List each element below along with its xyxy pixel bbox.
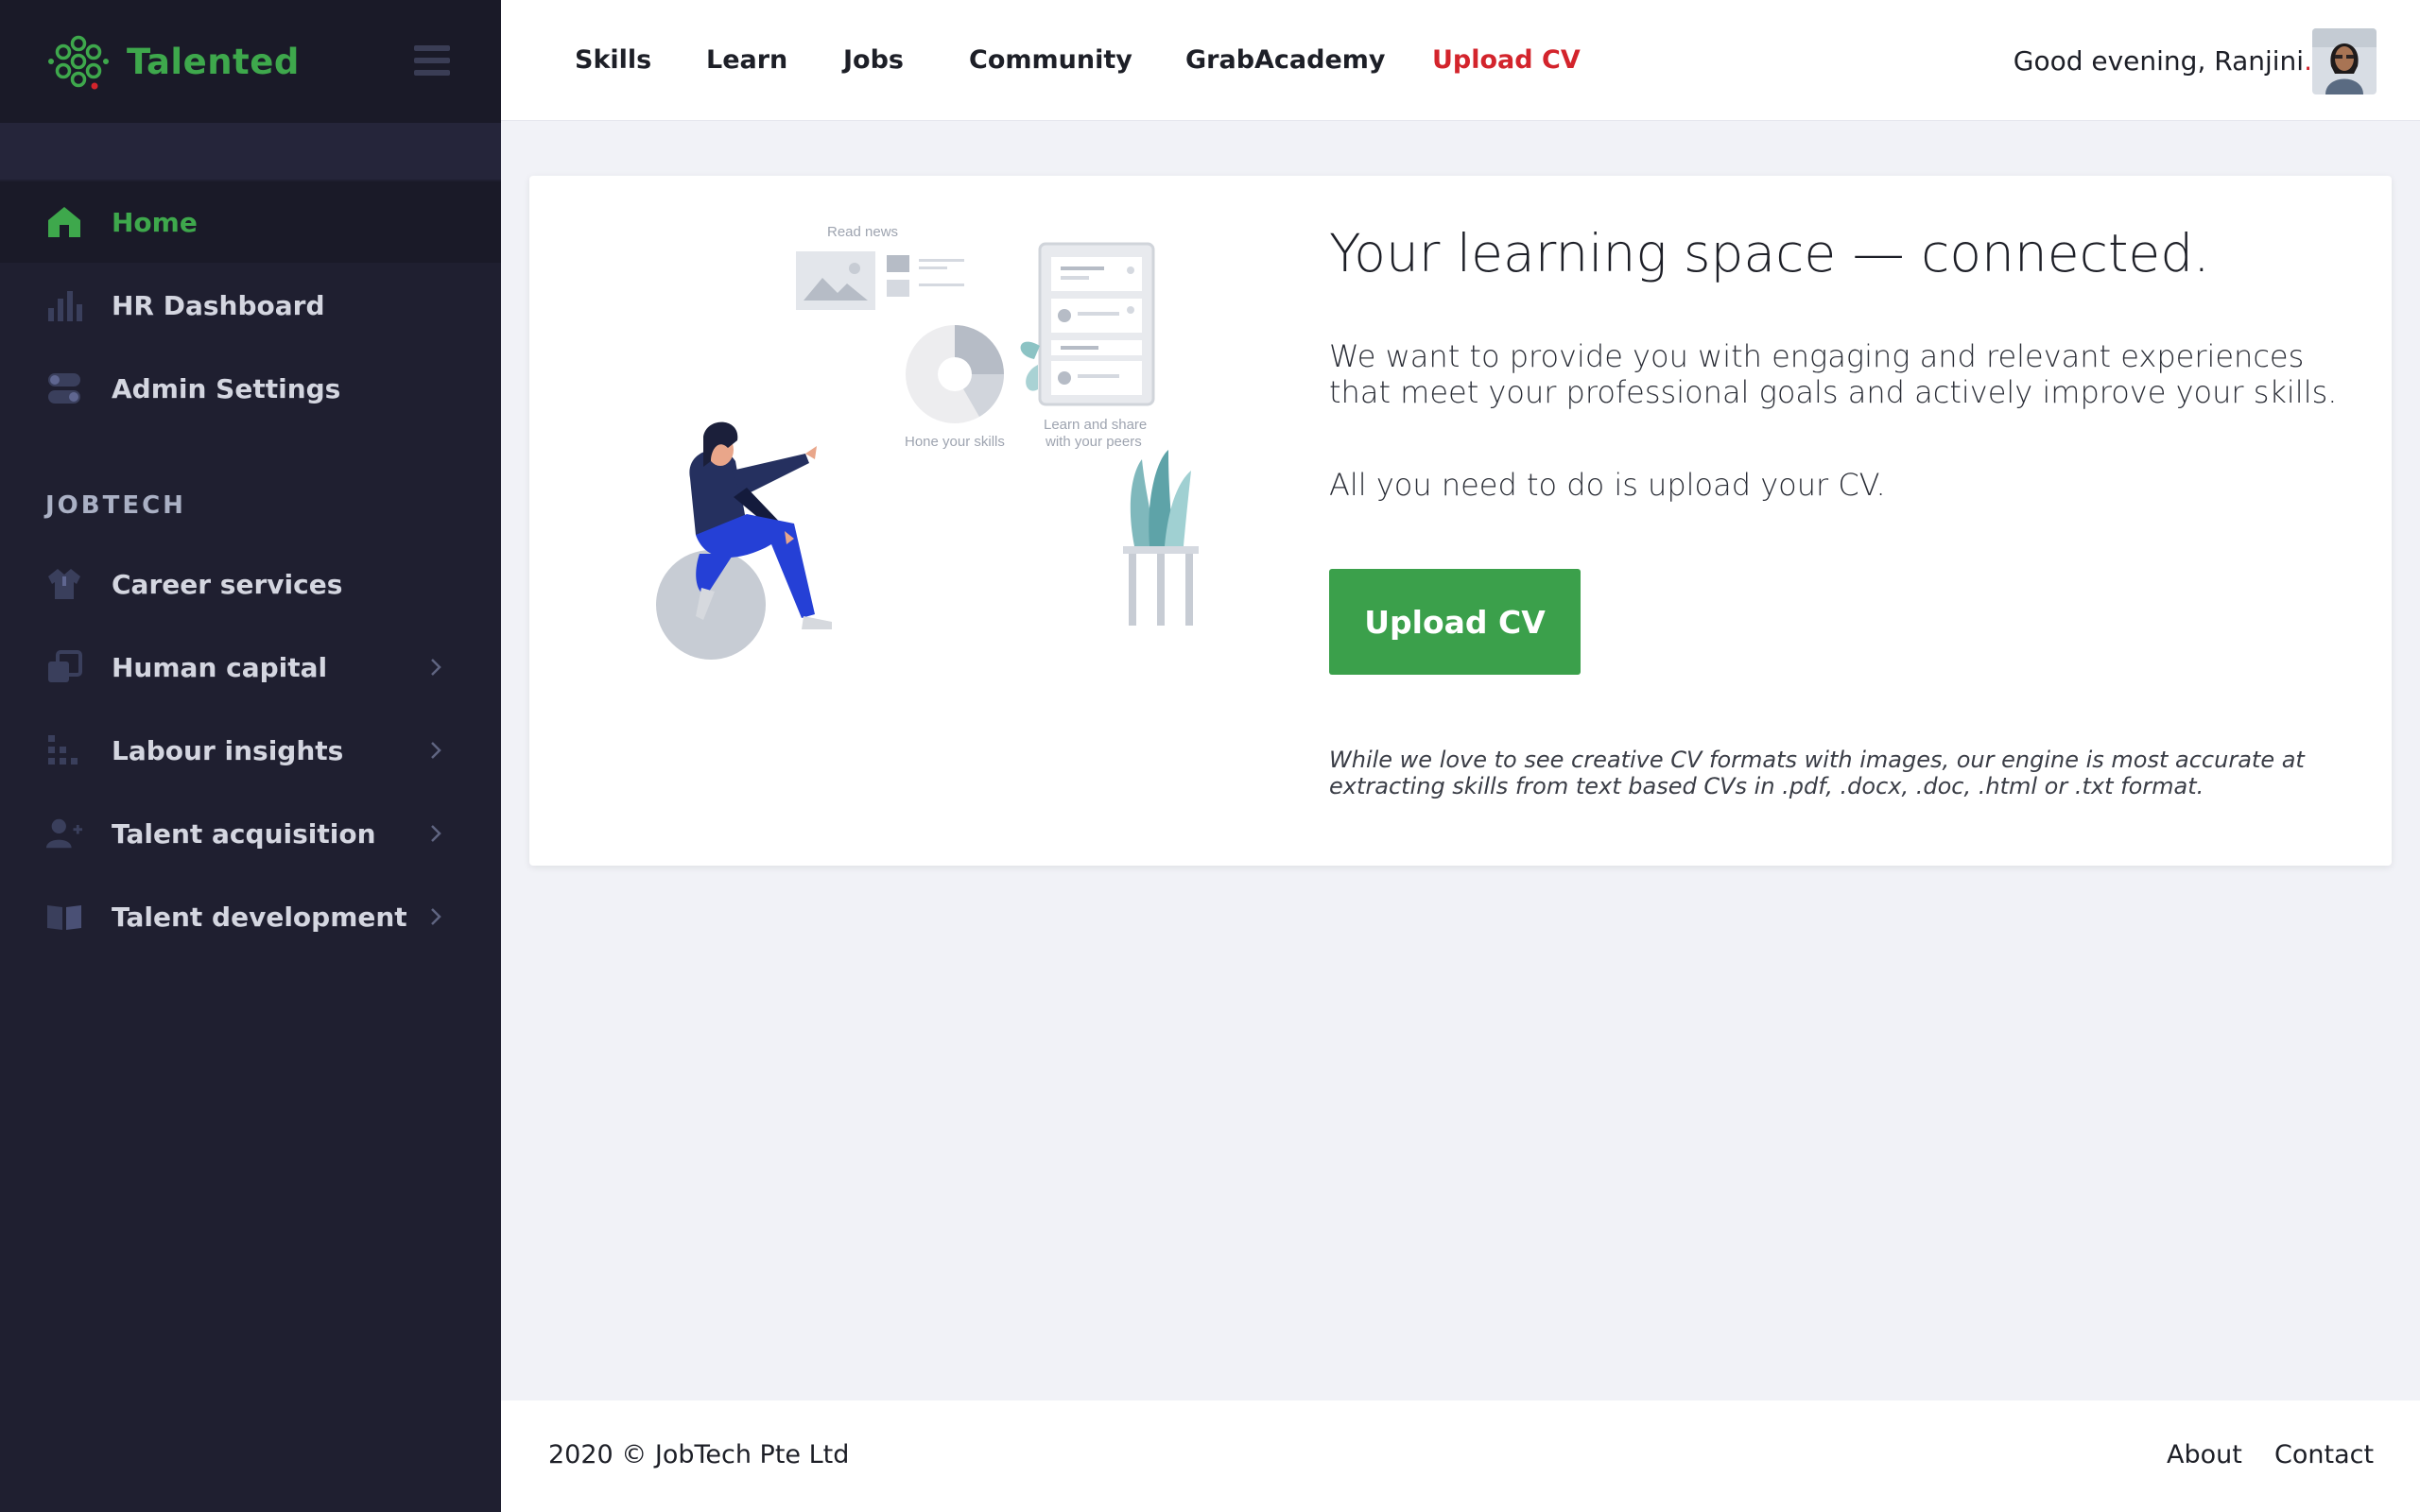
topnav-skills[interactable]: Skills <box>575 45 651 75</box>
learn-share-label: Learn and share <box>1044 417 1147 433</box>
brand-logo-icon <box>48 35 109 90</box>
greeting-text: Good evening, Ranjini <box>2013 45 2305 77</box>
topnav-jobs[interactable]: Jobs <box>843 45 904 75</box>
sidebar-strip <box>0 123 501 180</box>
home-icon <box>45 203 83 241</box>
sidebar: Talented Home HR Dashboard Admin Setting… <box>0 0 501 1512</box>
cv-format-note: While we love to see creative CV formats… <box>1329 747 2305 799</box>
upload-cv-card: Read news Hone your skills Learn and sha… <box>529 176 2392 866</box>
menu-toggle-icon[interactable] <box>414 45 450 76</box>
upload-cv-button[interactable]: Upload CV <box>1329 569 1581 675</box>
brand-header: Talented <box>0 0 501 123</box>
footer-link-about[interactable]: About <box>2167 1440 2242 1469</box>
chevron-right-icon <box>431 825 441 842</box>
sidebar-item-talent-development[interactable]: Talent development <box>0 876 501 957</box>
sidebar-item-hr-dashboard[interactable]: HR Dashboard <box>0 265 501 346</box>
sidebar-item-labour-insights[interactable]: Labour insights <box>0 710 501 791</box>
chevron-right-icon <box>431 659 441 676</box>
add-user-icon <box>45 815 83 852</box>
sidebar-item-label: Admin Settings <box>112 372 341 404</box>
hone-skills-label: Hone your skills <box>905 434 1005 450</box>
sidebar-section-title: JOBTECH <box>45 491 186 520</box>
learning-illustration: Read news Hone your skills Learn and sha… <box>656 224 1199 660</box>
sidebar-item-label: Career services <box>112 568 343 600</box>
dot-grid-icon <box>45 731 83 769</box>
topnav-grabacademy[interactable]: GrabAcademy <box>1185 45 1386 75</box>
card-instruction: All you need to do is upload your CV. <box>1329 467 1886 503</box>
sidebar-item-label: Talent acquisition <box>112 817 376 850</box>
brand-name: Talented <box>127 41 300 82</box>
sidebar-item-talent-acquisition[interactable]: Talent acquisition <box>0 793 501 874</box>
topnav-community[interactable]: Community <box>969 45 1132 75</box>
copyright-text: 2020 © JobTech Pte Ltd <box>548 1440 850 1469</box>
sidebar-item-career-services[interactable]: Career services <box>0 543 501 625</box>
avatar[interactable] <box>2312 28 2377 94</box>
sidebar-item-label: Human capital <box>112 651 328 683</box>
copy-icon <box>45 648 83 686</box>
card-description: We want to provide you with engaging and… <box>1329 338 2338 410</box>
sidebar-item-label: Labour insights <box>112 734 344 766</box>
sidebar-item-admin-settings[interactable]: Admin Settings <box>0 348 501 429</box>
sidebar-item-label: HR Dashboard <box>112 289 325 321</box>
topnav-learn[interactable]: Learn <box>706 45 787 75</box>
chevron-right-icon <box>431 742 441 759</box>
read-news-label: Read news <box>827 224 898 240</box>
top-navbar: Skills Learn Jobs Community GrabAcademy … <box>501 0 2420 121</box>
bar-chart-icon <box>45 286 83 324</box>
peers-label: with your peers <box>1045 434 1142 450</box>
sidebar-item-label: Home <box>112 206 198 238</box>
greeting-dot: . <box>2304 45 2312 77</box>
footer-link-contact[interactable]: Contact <box>2274 1440 2374 1469</box>
sidebar-item-home[interactable]: Home <box>0 181 501 263</box>
shirt-icon <box>45 565 83 603</box>
book-icon <box>45 898 83 936</box>
footer: 2020 © JobTech Pte Ltd About Contact <box>501 1400 2420 1512</box>
toggle-settings-icon <box>45 369 83 407</box>
topnav-upload-cv[interactable]: Upload CV <box>1432 45 1581 75</box>
sidebar-item-human-capital[interactable]: Human capital <box>0 627 501 708</box>
user-greeting: Good evening, Ranjini. <box>2014 45 2312 77</box>
chevron-right-icon <box>431 908 441 925</box>
sidebar-item-label: Talent development <box>112 901 407 933</box>
card-title: Your learning space — connected. <box>1329 223 2210 284</box>
